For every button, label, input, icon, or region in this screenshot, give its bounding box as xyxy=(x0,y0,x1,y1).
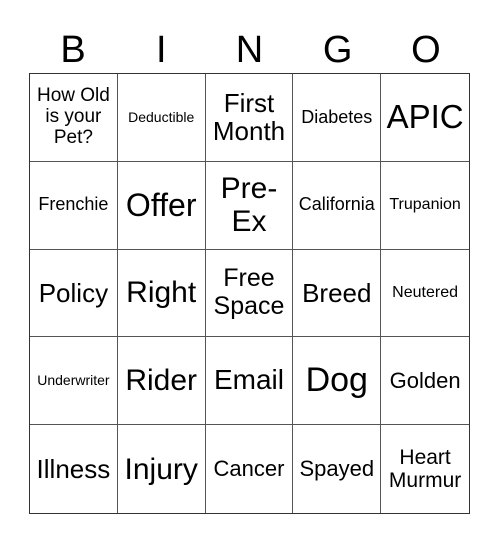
bingo-cell[interactable]: How Old is your Pet? xyxy=(30,74,118,162)
bingo-cell[interactable]: Right xyxy=(117,249,206,338)
bingo-cell[interactable]: Cancer xyxy=(206,425,294,513)
header-letter-i: I xyxy=(156,29,167,71)
bingo-cell[interactable]: Deductible xyxy=(117,74,206,162)
bingo-cell[interactable]: Heart Murmur xyxy=(381,425,469,513)
bingo-cell[interactable]: Rider xyxy=(117,337,206,426)
bingo-cell[interactable]: Offer xyxy=(117,161,206,250)
header-letter-o: O xyxy=(411,29,441,71)
bingo-cell[interactable]: Golden xyxy=(381,337,469,426)
bingo-cell[interactable]: California xyxy=(293,161,382,250)
free-space-cell[interactable]: Free Space xyxy=(205,249,294,338)
bingo-header: B I N G O xyxy=(29,28,470,72)
header-letter-g: G xyxy=(322,29,353,71)
bingo-cell[interactable]: Email xyxy=(205,337,294,426)
header-letter-n: N xyxy=(235,29,264,71)
bingo-cell[interactable]: Illness xyxy=(30,425,118,513)
bingo-cell[interactable]: Dog xyxy=(293,337,382,426)
bingo-cell[interactable]: Injury xyxy=(118,425,206,513)
bingo-cell[interactable]: Pre- Ex xyxy=(205,161,294,250)
bingo-cell[interactable]: Diabetes xyxy=(293,74,382,162)
bingo-cell[interactable]: First Month xyxy=(205,74,294,162)
bingo-cell[interactable]: Policy xyxy=(30,249,118,338)
header-letter-b: B xyxy=(60,29,86,71)
bingo-cell[interactable]: Underwriter xyxy=(30,337,118,426)
bingo-cell[interactable]: Spayed xyxy=(293,425,382,513)
bingo-cell[interactable]: Trupanion xyxy=(381,162,469,250)
bingo-cell[interactable]: Neutered xyxy=(381,250,469,338)
bingo-cell[interactable]: Breed xyxy=(293,249,382,338)
bingo-cell[interactable]: APIC xyxy=(381,74,469,162)
bingo-grid: How Old is your Pet? Deductible First Mo… xyxy=(29,73,470,514)
bingo-cell[interactable]: Frenchie xyxy=(30,161,118,250)
